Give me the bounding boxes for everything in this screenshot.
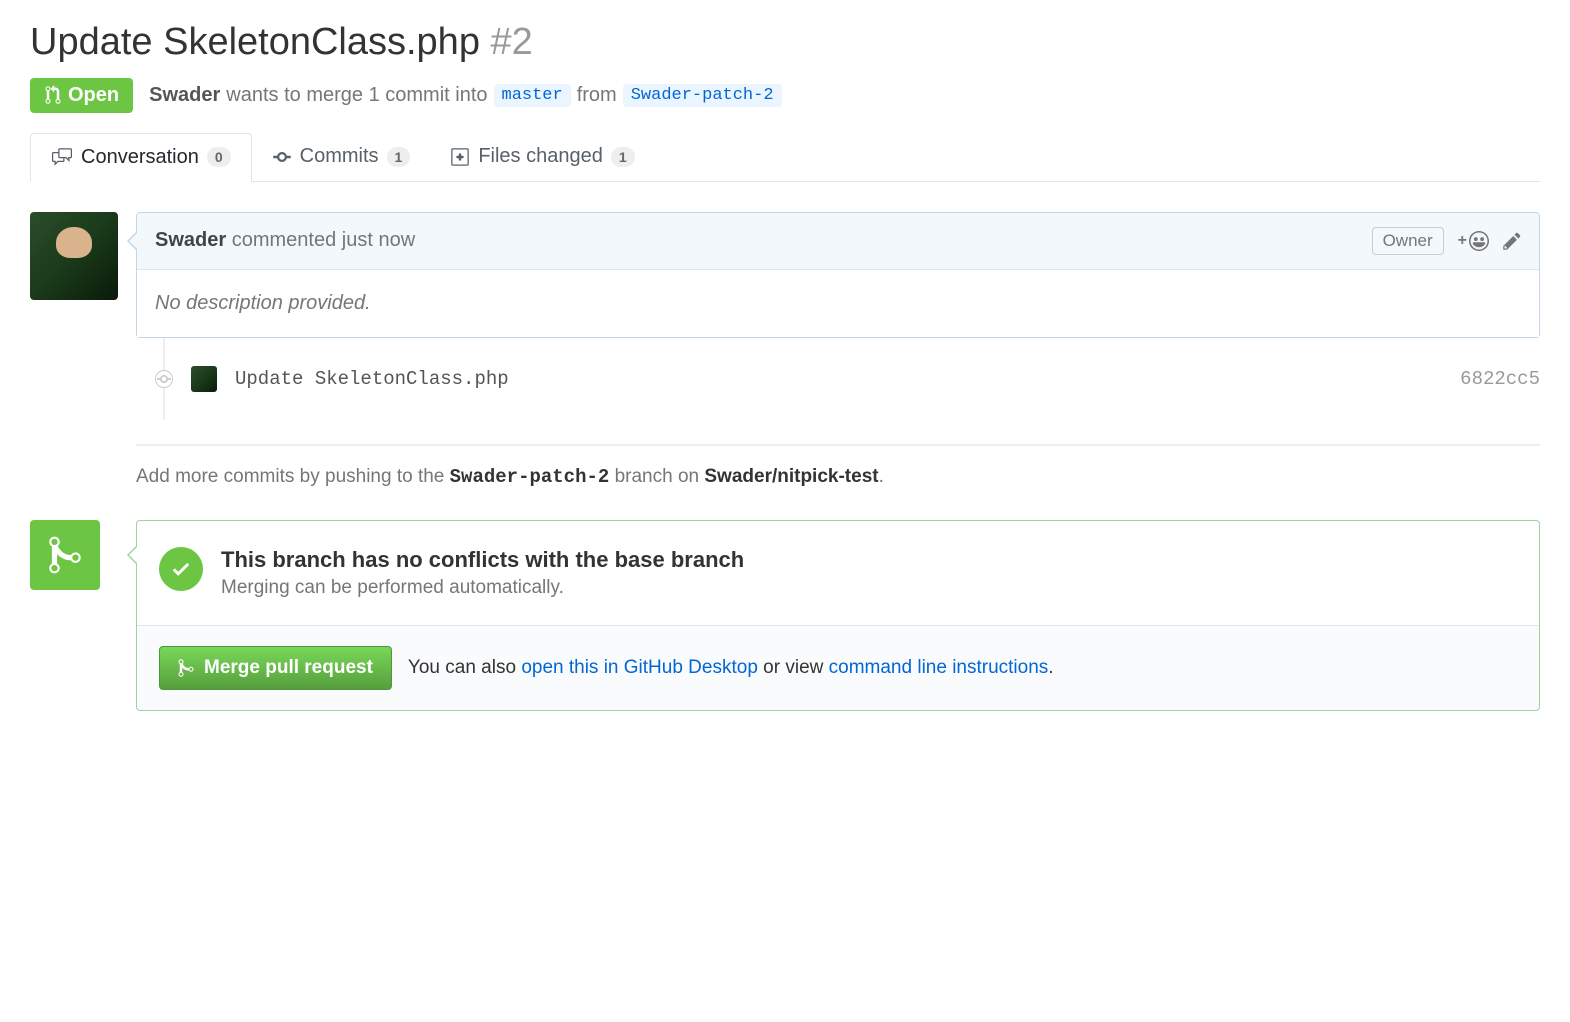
pr-title-text: Update SkeletonClass.php bbox=[30, 21, 480, 63]
tab-counter: 0 bbox=[207, 147, 231, 167]
avatar[interactable] bbox=[30, 212, 118, 300]
state-badge: Open bbox=[30, 78, 133, 113]
comment-time[interactable]: just now bbox=[342, 229, 415, 251]
tab-files[interactable]: Files changed 1 bbox=[430, 133, 654, 181]
merge-alt-suffix: . bbox=[1048, 657, 1053, 678]
merge-text-from: from bbox=[577, 84, 617, 107]
base-branch[interactable]: master bbox=[494, 84, 571, 107]
hint-mid: branch on bbox=[615, 466, 700, 487]
merge-text-1: wants to merge 1 commit into bbox=[226, 84, 487, 107]
comment-action: commented bbox=[232, 229, 337, 251]
merge-status-badge bbox=[30, 520, 100, 590]
status-check-icon bbox=[159, 547, 203, 591]
comment-header: Swader commented just now Owner + bbox=[137, 213, 1539, 270]
merge-box: This branch has no conflicts with the ba… bbox=[136, 520, 1540, 711]
git-merge-icon bbox=[47, 534, 83, 576]
git-commit-icon bbox=[156, 371, 172, 387]
pr-title: Update SkeletonClass.php #2 bbox=[30, 20, 1540, 66]
state-label: Open bbox=[68, 84, 119, 107]
command-line-link[interactable]: command line instructions bbox=[829, 657, 1049, 678]
pr-number: #2 bbox=[491, 21, 533, 63]
tab-counter: 1 bbox=[611, 147, 635, 167]
comment: Swader commented just now Owner + No des… bbox=[136, 212, 1540, 338]
smiley-icon bbox=[1469, 231, 1489, 251]
comment-body: No description provided. bbox=[137, 270, 1539, 337]
git-pull-request-icon bbox=[44, 85, 62, 105]
merge-button-label: Merge pull request bbox=[204, 657, 373, 679]
merge-alt-mid: or view bbox=[763, 657, 823, 678]
open-github-desktop-link[interactable]: open this in GitHub Desktop bbox=[521, 657, 758, 678]
tab-label: Files changed bbox=[478, 145, 603, 168]
commit-sha[interactable]: 6822cc5 bbox=[1460, 368, 1540, 390]
owner-badge: Owner bbox=[1372, 227, 1444, 255]
merge-status-title: This branch has no conflicts with the ba… bbox=[221, 547, 744, 573]
comment-author[interactable]: Swader bbox=[155, 229, 226, 251]
commit-avatar[interactable] bbox=[191, 366, 217, 392]
pr-author[interactable]: Swader bbox=[149, 84, 220, 107]
comment-discussion-icon bbox=[51, 147, 73, 167]
tab-commits[interactable]: Commits 1 bbox=[252, 133, 431, 181]
edit-comment-button[interactable] bbox=[1503, 231, 1521, 251]
pr-meta: Open Swader wants to merge 1 commit into… bbox=[30, 78, 1540, 113]
merge-alt-prefix: You can also bbox=[408, 657, 516, 678]
git-merge-icon bbox=[178, 658, 194, 678]
tab-counter: 1 bbox=[387, 147, 411, 167]
git-commit-icon bbox=[272, 147, 292, 167]
hint-prefix: Add more commits by pushing to the bbox=[136, 466, 444, 487]
timeline-commit: Update SkeletonClass.php 6822cc5 bbox=[162, 366, 1540, 392]
tab-conversation[interactable]: Conversation 0 bbox=[30, 133, 252, 182]
hint-branch: Swader-patch-2 bbox=[450, 466, 610, 488]
pencil-icon bbox=[1503, 231, 1521, 251]
tab-label: Commits bbox=[300, 145, 379, 168]
tab-label: Conversation bbox=[81, 146, 199, 169]
head-branch[interactable]: Swader-patch-2 bbox=[623, 84, 782, 107]
hint-repo: Swader/nitpick-test bbox=[704, 466, 878, 487]
merge-status-subtitle: Merging can be performed automatically. bbox=[221, 577, 744, 599]
check-icon bbox=[170, 558, 192, 580]
tabnav: Conversation 0 Commits 1 Files changed 1 bbox=[30, 133, 1540, 182]
file-diff-icon bbox=[450, 147, 470, 167]
add-reaction-button[interactable]: + bbox=[1458, 231, 1489, 251]
commit-message[interactable]: Update SkeletonClass.php bbox=[235, 368, 509, 390]
hint-suffix: . bbox=[879, 466, 884, 487]
merge-pull-request-button[interactable]: Merge pull request bbox=[159, 646, 392, 690]
merge-alt-text: You can also open this in GitHub Desktop… bbox=[408, 657, 1054, 679]
push-hint: Add more commits by pushing to the Swade… bbox=[136, 444, 1540, 488]
